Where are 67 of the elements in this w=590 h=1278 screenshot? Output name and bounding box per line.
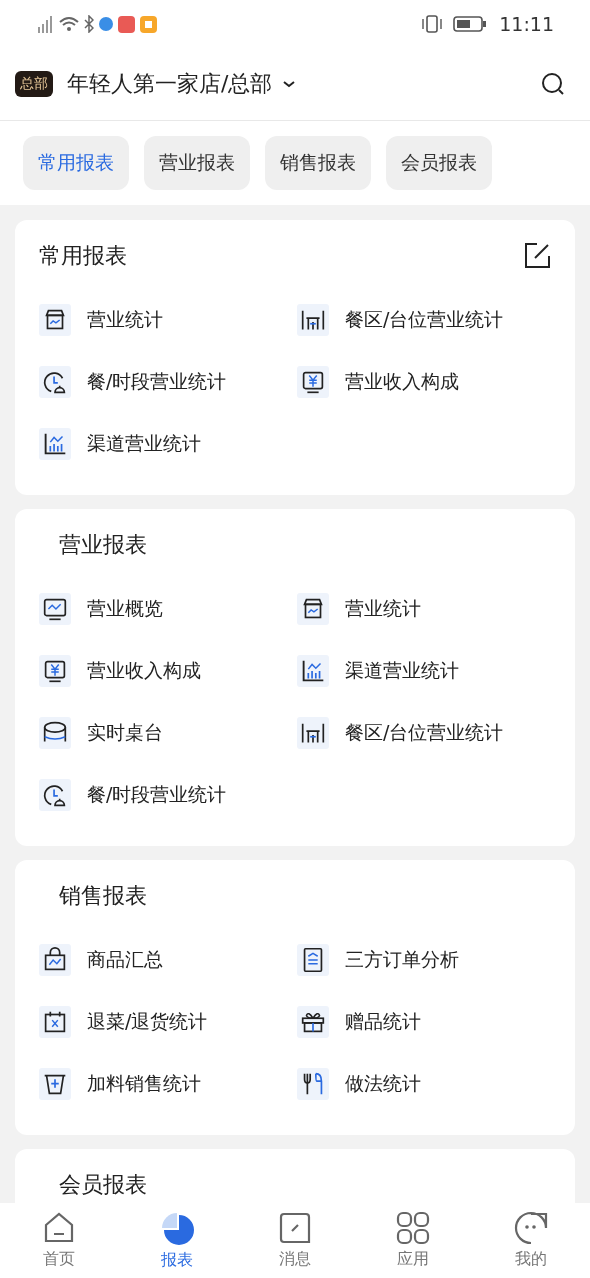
- app-notification-icon: [140, 15, 157, 33]
- report-tab[interactable]: 会员报表: [386, 136, 492, 190]
- shop-icon: [297, 593, 329, 625]
- gift-icon: [297, 1006, 329, 1038]
- report-link[interactable]: 做法统计: [345, 1071, 421, 1097]
- nav-tab[interactable]: 我的: [491, 1211, 571, 1270]
- search-icon[interactable]: [540, 71, 566, 97]
- table-chairs-icon: [297, 304, 329, 336]
- table-chairs-icon: [297, 717, 329, 749]
- report-tab[interactable]: 常用报表: [23, 136, 129, 190]
- report-link[interactable]: 赠品统计: [345, 1009, 421, 1035]
- edit-icon[interactable]: [523, 242, 551, 270]
- clock-icon: [39, 779, 71, 811]
- report-link[interactable]: 餐/时段营业统计: [87, 782, 227, 808]
- round-table-icon: [39, 717, 71, 749]
- bar-chart-icon: [39, 428, 71, 460]
- report-link[interactable]: 三方订单分析: [345, 947, 459, 973]
- home-icon: [42, 1211, 76, 1245]
- card-title: 常用报表: [39, 242, 127, 270]
- smile-bubble-icon: [514, 1211, 548, 1245]
- calendar-x-icon: [39, 1006, 71, 1038]
- report-link[interactable]: 加料销售统计: [87, 1071, 201, 1097]
- document-icon: [297, 944, 329, 976]
- fork-spoon-icon: [297, 1068, 329, 1100]
- nav-tab[interactable]: 消息: [255, 1211, 335, 1270]
- report-tab[interactable]: 销售报表: [265, 136, 371, 190]
- report-link[interactable]: 商品汇总: [87, 947, 163, 973]
- bluetooth-icon: [84, 15, 94, 33]
- chevron-down-icon: [282, 79, 297, 89]
- vibrate-icon: [421, 14, 444, 34]
- shop-icon: [39, 304, 71, 336]
- report-link[interactable]: 餐区/台位营业统计: [345, 307, 504, 333]
- store-badge: 总部: [15, 71, 53, 97]
- report-link[interactable]: 营业统计: [345, 596, 421, 622]
- bar-chart-icon: [297, 655, 329, 687]
- monitor-chart-icon: [39, 593, 71, 625]
- bag-chart-icon: [39, 944, 71, 976]
- cup-plus-icon: [39, 1068, 71, 1100]
- report-link[interactable]: 餐/时段营业统计: [87, 369, 227, 395]
- clock-icon: [39, 366, 71, 398]
- report-link[interactable]: 营业收入构成: [345, 369, 459, 395]
- report-link[interactable]: 渠道营业统计: [87, 431, 201, 457]
- app-notification-icon: [118, 15, 135, 33]
- status-time: 11:11: [499, 13, 554, 35]
- signal-icon: [38, 15, 54, 33]
- card-title: 会员报表: [58, 1171, 147, 1199]
- report-link[interactable]: 餐区/台位营业统计: [345, 720, 504, 746]
- apps-grid-icon: [396, 1211, 430, 1245]
- store-selector[interactable]: 年轻人第一家店/总部: [67, 69, 297, 99]
- wifi-icon: [59, 15, 79, 33]
- battery-icon: [453, 15, 488, 33]
- nav-tab[interactable]: 应用: [373, 1211, 453, 1270]
- pie-chart-icon: [159, 1210, 195, 1246]
- card-title: 销售报表: [58, 882, 147, 910]
- card-title: 营业报表: [58, 531, 147, 559]
- yuan-monitor-icon: [39, 655, 71, 687]
- message-icon: [278, 1211, 312, 1245]
- report-link[interactable]: 实时桌台: [87, 720, 163, 746]
- report-link[interactable]: 退菜/退货统计: [87, 1009, 208, 1035]
- report-link[interactable]: 营业收入构成: [87, 658, 201, 684]
- report-link[interactable]: 渠道营业统计: [345, 658, 459, 684]
- report-tab[interactable]: 营业报表: [144, 136, 250, 190]
- nav-tab[interactable]: 报表: [137, 1210, 217, 1271]
- report-link[interactable]: 营业统计: [87, 307, 163, 333]
- yuan-monitor-icon: [297, 366, 329, 398]
- report-link[interactable]: 营业概览: [87, 596, 163, 622]
- nav-tab[interactable]: 首页: [19, 1211, 99, 1270]
